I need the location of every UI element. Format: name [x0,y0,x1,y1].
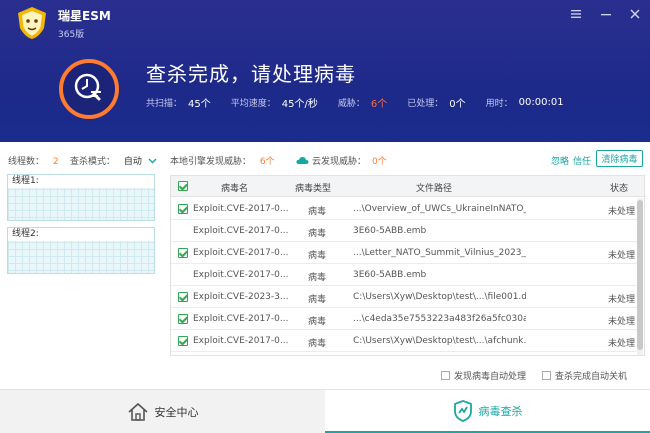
lion-logo-icon [18,7,46,39]
stat-scanned: 共扫描： 45个 [146,99,211,110]
row-checkbox[interactable] [178,204,188,214]
table-row[interactable]: Exploit.CVE-2017-0... 病毒 C:\Users\Xyw\De… [171,330,637,352]
chevron-down-icon [148,158,157,164]
thread-label: 线程1: [8,175,154,188]
thread-count: 线程数： 2 [8,157,59,167]
select-all-checkbox[interactable] [178,181,188,191]
local-engine-threats: 本地引擎发现威胁： 6个 [170,157,275,167]
stat-handled: 已处理： 0个 [407,99,466,110]
table-header: 病毒名 病毒类型 文件路径 状态 [171,176,644,197]
row-checkbox[interactable] [178,292,188,302]
scan-toolbar: 线程数： 2 查杀模式： 自动 本地引擎发现威胁： 6个 云发现威胁： 0个 忽… [0,149,650,171]
scan-mode[interactable]: 查杀模式： 自动 [70,154,157,167]
bottom-tabs: 安全中心 病毒查杀 [0,389,650,433]
auto-shutdown-checkbox[interactable] [542,371,551,380]
stat-speed: 平均速度： 45个/秒 [230,99,318,110]
cloud-icon [296,157,309,164]
scan-shield-icon [453,399,472,422]
ignore-link[interactable]: 忽略 [551,154,569,167]
auto-handle-option[interactable]: 发现病毒自动处理 [441,369,526,382]
table-scrollbar[interactable] [637,198,643,355]
auto-handle-checkbox[interactable] [441,371,450,380]
app-window: 瑞星ESM 365版 查杀完成，请处理病毒 共扫描： 45个 平均速度： 45个… [0,0,650,433]
tab-security-center[interactable]: 安全中心 [0,390,325,433]
app-version: 365版 [58,30,85,40]
table-row[interactable]: Exploit.CVE-2017-0... 病毒 ...\Overview_of… [171,198,637,220]
status-title: 查杀完成，请处理病毒 [146,62,356,86]
scrollbar-thumb[interactable] [637,200,643,350]
table-row[interactable]: Exploit.CVE-2017-0... 病毒 ...\c4eda35e755… [171,308,637,330]
stat-threats: 威胁： 6个 [337,99,388,110]
trust-link[interactable]: 信任 [573,154,591,167]
tab-virus-scan[interactable]: 病毒查杀 [325,390,650,433]
thread-label: 线程2: [8,228,154,241]
thread-panel-2: 线程2: [7,227,155,274]
scan-mode-select[interactable]: 自动 [124,157,142,167]
scan-complete-status-icon [59,59,119,119]
home-icon [127,402,148,421]
scan-stats: 共扫描： 45个 平均速度： 45个/秒 威胁： 6个 已处理： 0个 用时： … [146,95,584,110]
clear-virus-button[interactable]: 清除病毒 [596,150,643,167]
row-checkbox[interactable] [178,248,188,258]
app-name: 瑞星ESM [58,9,111,23]
col-virus-name[interactable]: 病毒名 [221,181,248,194]
stat-elapsed: 用时： 00:00:01 [485,97,564,109]
col-virus-type[interactable]: 病毒类型 [295,181,331,194]
thread-panel-1: 线程1: [7,174,155,221]
col-status[interactable]: 状态 [610,181,628,194]
header-banner: 瑞星ESM 365版 查杀完成，请处理病毒 共扫描： 45个 平均速度： 45个… [0,0,650,142]
cloud-threats: 云发现威胁： 0个 [296,154,387,167]
menu-icon[interactable] [569,7,583,21]
table-row[interactable]: Exploit.CVE-2017-0... 病毒 ...\Letter_NATO… [171,242,637,264]
row-checkbox[interactable] [178,314,188,324]
minimize-icon[interactable] [599,7,613,21]
row-checkbox[interactable] [178,336,188,346]
close-icon[interactable] [628,7,642,21]
table-row[interactable]: Exploit.CVE-2017-0... 病毒 3E60-5ABB.emb [171,220,637,242]
virus-table: 病毒名 病毒类型 文件路径 状态 Exploit.CVE-2017-0... 病… [170,175,645,356]
table-row[interactable]: Exploit.CVE-2017-0... 病毒 3E60-5ABB.emb [171,264,637,286]
col-file-path[interactable]: 文件路径 [416,181,452,194]
auto-shutdown-option[interactable]: 查杀完成自动关机 [542,369,627,382]
table-row[interactable]: Exploit.CVE-2023-3... 病毒 C:\Users\Xyw\De… [171,286,637,308]
